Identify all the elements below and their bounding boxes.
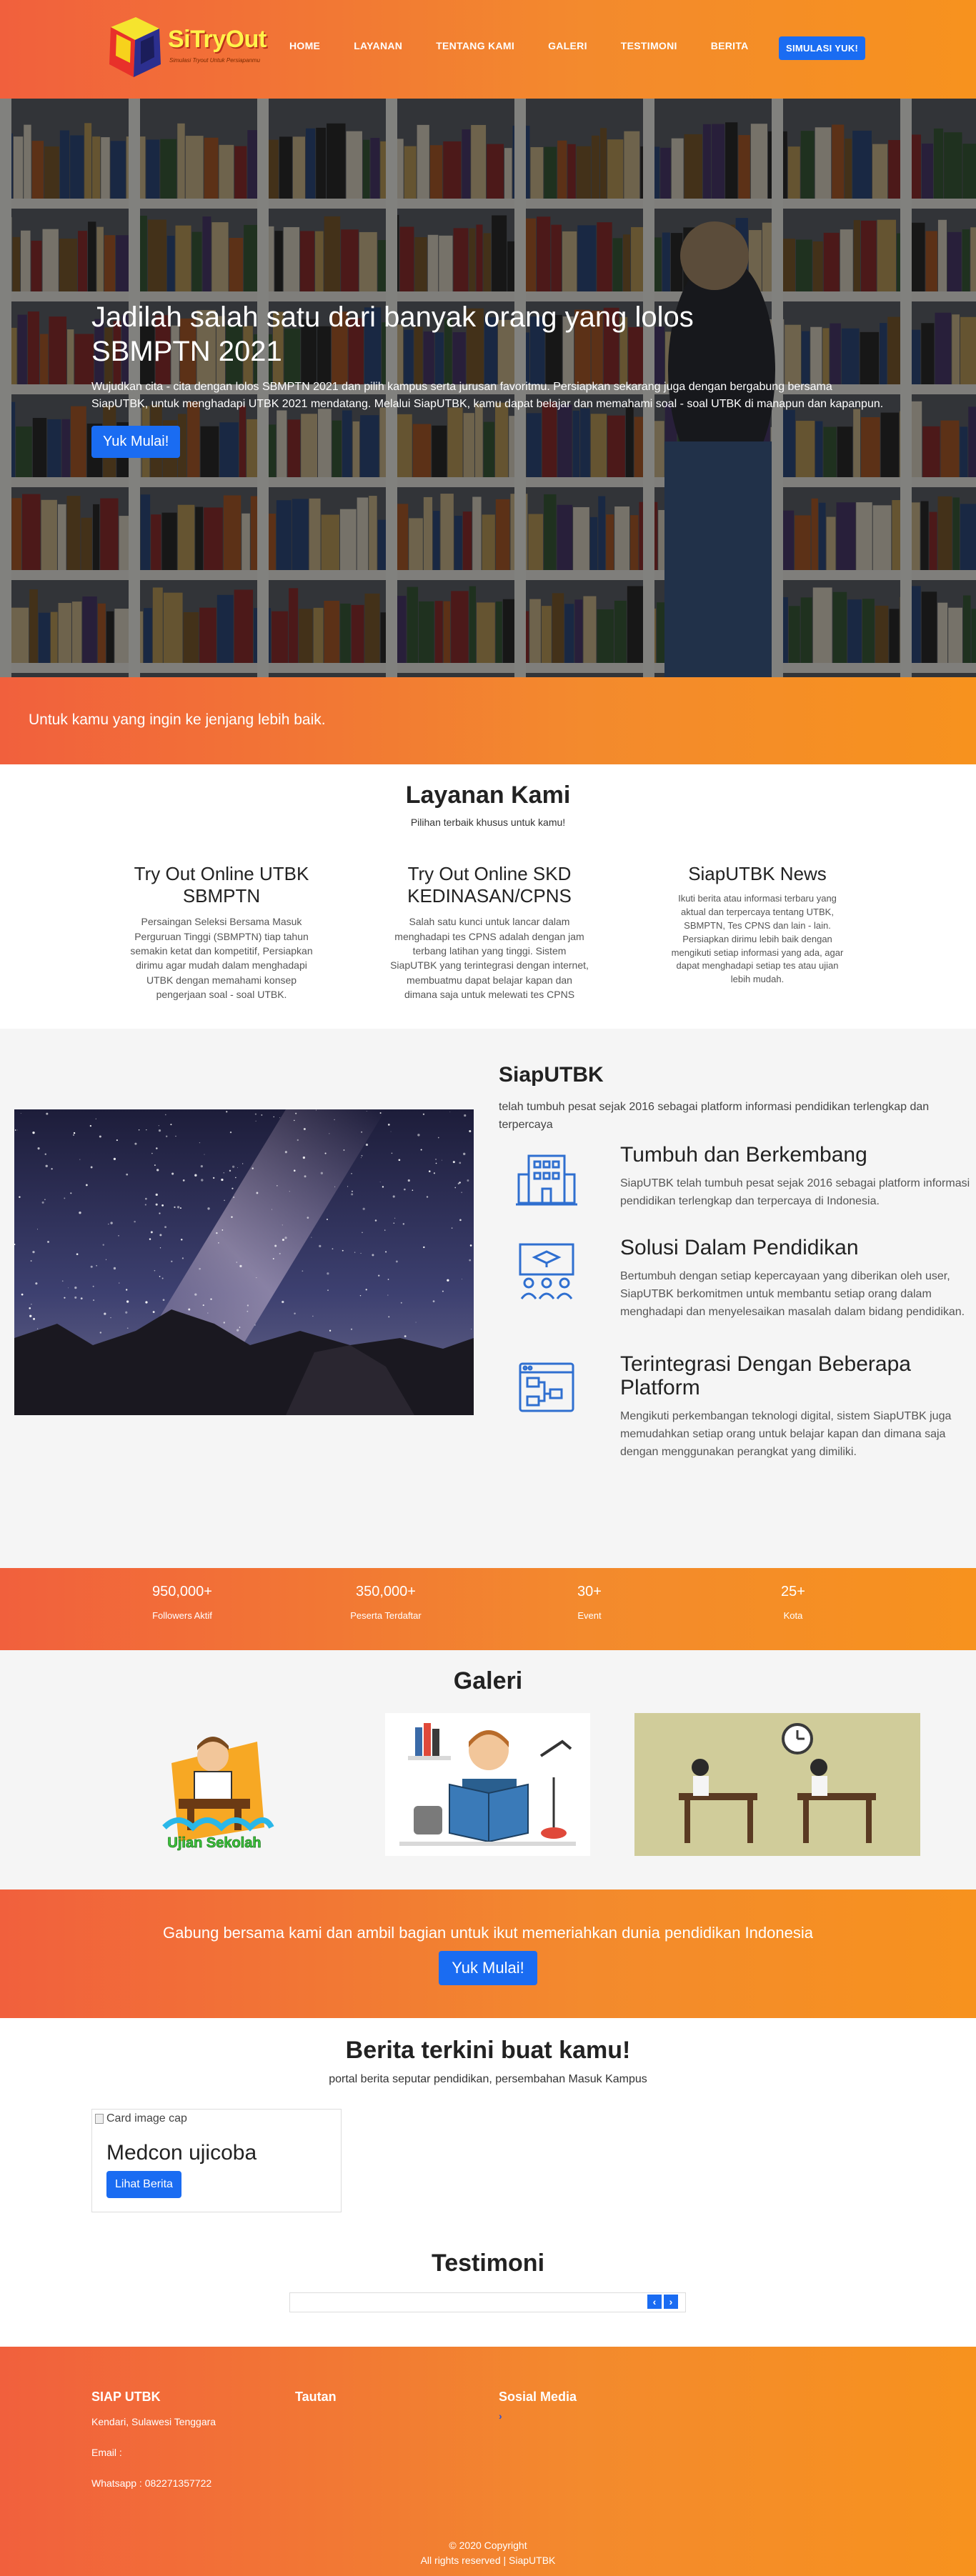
galeri-title: Galeri	[453, 1667, 523, 1694]
site-logo[interactable]: SiTryOut Simulasi Tryout Untuk Persiapan…	[104, 13, 275, 83]
footer-links-title: Tautan	[295, 2390, 337, 2404]
service-title: SiapUTBK News	[688, 863, 827, 884]
logo-tagline: Simulasi Tryout Untuk Persiapanmu	[169, 57, 261, 64]
nav-home[interactable]: HOME	[289, 40, 320, 51]
stat-peserta: 350,000+ Peserta Terdaftar	[307, 1584, 464, 1621]
rights-text: All rights reserved | SiapUTBK	[420, 2555, 556, 2566]
copyright-text: © 2020 Copyright	[449, 2540, 527, 2551]
gallery-image-exam-room[interactable]	[634, 1713, 920, 1856]
footer-whatsapp: Whatsapp : 082271357722	[91, 2477, 212, 2489]
logo-text: SiTryOut	[168, 26, 267, 53]
footer-links: Tautan	[295, 2390, 337, 2405]
nav-berita[interactable]: BERITA	[711, 40, 749, 51]
cta-text: Gabung bersama kami dan ambil bagian unt…	[163, 1924, 813, 1942]
carousel-next-button[interactable]: ›	[664, 2295, 678, 2309]
feature-title: Solusi Dalam Pendidikan	[620, 1236, 859, 1259]
classroom-icon	[519, 1243, 574, 1299]
news-card: Card image cap Medcon ujicoba Lihat Beri…	[91, 2109, 342, 2212]
berita-title: Berita terkini buat kamu!	[345, 2037, 631, 2064]
social-link[interactable]: ›	[499, 2409, 577, 2424]
copyright: © 2020 Copyright All rights reserved | S…	[0, 2538, 976, 2568]
berita-section: Berita terkini buat kamu! portal berita …	[0, 2018, 976, 2347]
gallery-image-reading[interactable]	[385, 1713, 590, 1856]
hero-start-button[interactable]: Yuk Mulai!	[91, 426, 181, 458]
hero-content: Jadilah salah satu dari banyak orang yan…	[91, 300, 892, 458]
carousel-prev-button[interactable]: ‹	[647, 2295, 662, 2309]
simulasi-button[interactable]: SIMULASI YUK!	[779, 36, 866, 60]
feature-solution: Solusi Dalam Pendidikan Bertumbuh dengan…	[514, 1236, 972, 1321]
layanan-section: Layanan Kami Pilihan terbaik khusus untu…	[0, 764, 976, 1029]
footer: SIAP UTBK Kendari, Sulawesi Tenggara Ema…	[0, 2347, 976, 2576]
service-skd: Try Out Online SKD KEDINASAN/CPNS Salah …	[361, 863, 618, 1002]
feature-desc: Bertumbuh dengan setiap kepercayaan yang…	[620, 1270, 965, 1318]
tagline-banner: Untuk kamu yang ingin ke jenjang lebih b…	[0, 677, 976, 764]
gallery-caption: Ujian Sekolah	[167, 1835, 261, 1851]
testimoni-carousel[interactable]: ‹ ›	[289, 2292, 686, 2312]
cube-logo-icon	[109, 17, 161, 77]
nav-galeri[interactable]: GALERI	[548, 40, 587, 51]
feature-desc: SiapUTBK telah tumbuh pesat sejak 2016 s…	[620, 1177, 970, 1207]
footer-title: SIAP UTBK	[91, 2390, 161, 2404]
stat-value: 25+	[781, 1584, 805, 1599]
nav-testimoni[interactable]: TESTIMONI	[621, 40, 677, 51]
read-news-button[interactable]: Lihat Berita	[106, 2171, 181, 2198]
feature-platform: Terintegrasi Dengan Beberapa Platform Me…	[514, 1352, 972, 1461]
layanan-subtitle: Pilihan terbaik khusus untuk kamu!	[410, 817, 566, 828]
banner-text: Untuk kamu yang ingin ke jenjang lebih b…	[29, 712, 326, 728]
about-title: SiapUTBK	[499, 1063, 604, 1087]
service-title: Try Out Online SKD KEDINASAN/CPNS	[407, 863, 572, 907]
feature-desc: Mengikuti perkembangan teknologi digital…	[620, 1410, 952, 1458]
stat-label: Event	[577, 1610, 602, 1621]
stat-kota: 25+ Kota	[714, 1584, 872, 1621]
about-section: SiapUTBK telah tumbuh pesat sejak 2016 s…	[0, 1029, 976, 1568]
hero-description: Wujudkan cita - cita dengan lolos SBMPTN…	[91, 381, 884, 410]
stat-label: Followers Aktif	[152, 1610, 212, 1621]
footer-social: Sosial Media ›	[499, 2390, 577, 2424]
service-news: SiapUTBK News Ikuti berita atau informas…	[629, 863, 886, 1002]
gallery-image-ujian-sekolah[interactable]: Ujian Sekolah	[150, 1713, 279, 1856]
card-image-alt: Card image cap	[106, 2112, 187, 2125]
cta-section: Gabung bersama kami dan ambil bagian unt…	[0, 1889, 976, 2018]
stats-section: 950,000+ Followers Aktif 350,000+ Pesert…	[0, 1568, 976, 1650]
hero-title: Jadilah salah satu dari banyak orang yan…	[91, 301, 694, 367]
nav-tentang-kami[interactable]: TENTANG KAMI	[436, 40, 514, 51]
main-nav: HOME LAYANAN TENTANG KAMI GALERI TESTIMO…	[289, 40, 782, 51]
nav-layanan[interactable]: LAYANAN	[354, 40, 402, 51]
service-desc: Persaingan Seleksi Bersama Masuk Perguru…	[130, 916, 313, 1000]
cta-start-button[interactable]: Yuk Mulai!	[439, 1951, 537, 1985]
service-title: Try Out Online UTBK SBMPTN	[134, 863, 309, 907]
hero-section: Jadilah salah satu dari banyak orang yan…	[0, 99, 976, 677]
feature-title: Tumbuh dan Berkembang	[620, 1143, 867, 1167]
testimoni-title: Testimoni	[431, 2250, 545, 2277]
footer-social-title: Sosial Media	[499, 2390, 577, 2404]
about-desc: telah tumbuh pesat sejak 2016 sebagai pl…	[499, 1101, 930, 1131]
broken-image-icon	[95, 2114, 104, 2124]
stat-value: 950,000+	[152, 1584, 212, 1599]
layanan-title: Layanan Kami	[405, 782, 571, 809]
footer-about: SIAP UTBK Kendari, Sulawesi Tenggara Ema…	[91, 2390, 216, 2491]
stat-label: Kota	[783, 1610, 803, 1621]
feature-title: Terintegrasi Dengan Beberapa Platform	[620, 1352, 911, 1399]
navbar: SiTryOut Simulasi Tryout Untuk Persiapan…	[0, 0, 976, 99]
feature-growth: Tumbuh dan Berkembang SiapUTBK telah tum…	[514, 1143, 972, 1211]
card-image: Card image cap	[92, 2112, 341, 2125]
building-icon	[516, 1154, 577, 1206]
service-desc: Ikuti berita atau informasi terbaru yang…	[671, 893, 844, 985]
stat-value: 30+	[577, 1584, 602, 1599]
galeri-section: Galeri Ujian Sekolah	[0, 1650, 976, 1889]
service-list: Try Out Online UTBK SBMPTN Persaingan Se…	[93, 863, 886, 1002]
berita-subtitle: portal berita seputar pendidikan, persem…	[329, 2073, 647, 2085]
card-title: Medcon ujicoba	[106, 2141, 257, 2165]
stat-value: 350,000+	[356, 1584, 416, 1599]
stat-followers: 950,000+ Followers Aktif	[104, 1584, 261, 1621]
night-sky-image	[14, 1109, 474, 1415]
stat-label: Peserta Terdaftar	[350, 1610, 422, 1621]
stat-event: 30+ Event	[511, 1584, 668, 1621]
footer-email: Email :	[91, 2447, 122, 2458]
service-utbk: Try Out Online UTBK SBMPTN Persaingan Se…	[93, 863, 350, 1002]
footer-location: Kendari, Sulawesi Tenggara	[91, 2416, 216, 2427]
platform-icon	[519, 1362, 574, 1412]
service-desc: Salah satu kunci untuk lancar dalam meng…	[390, 916, 589, 1000]
